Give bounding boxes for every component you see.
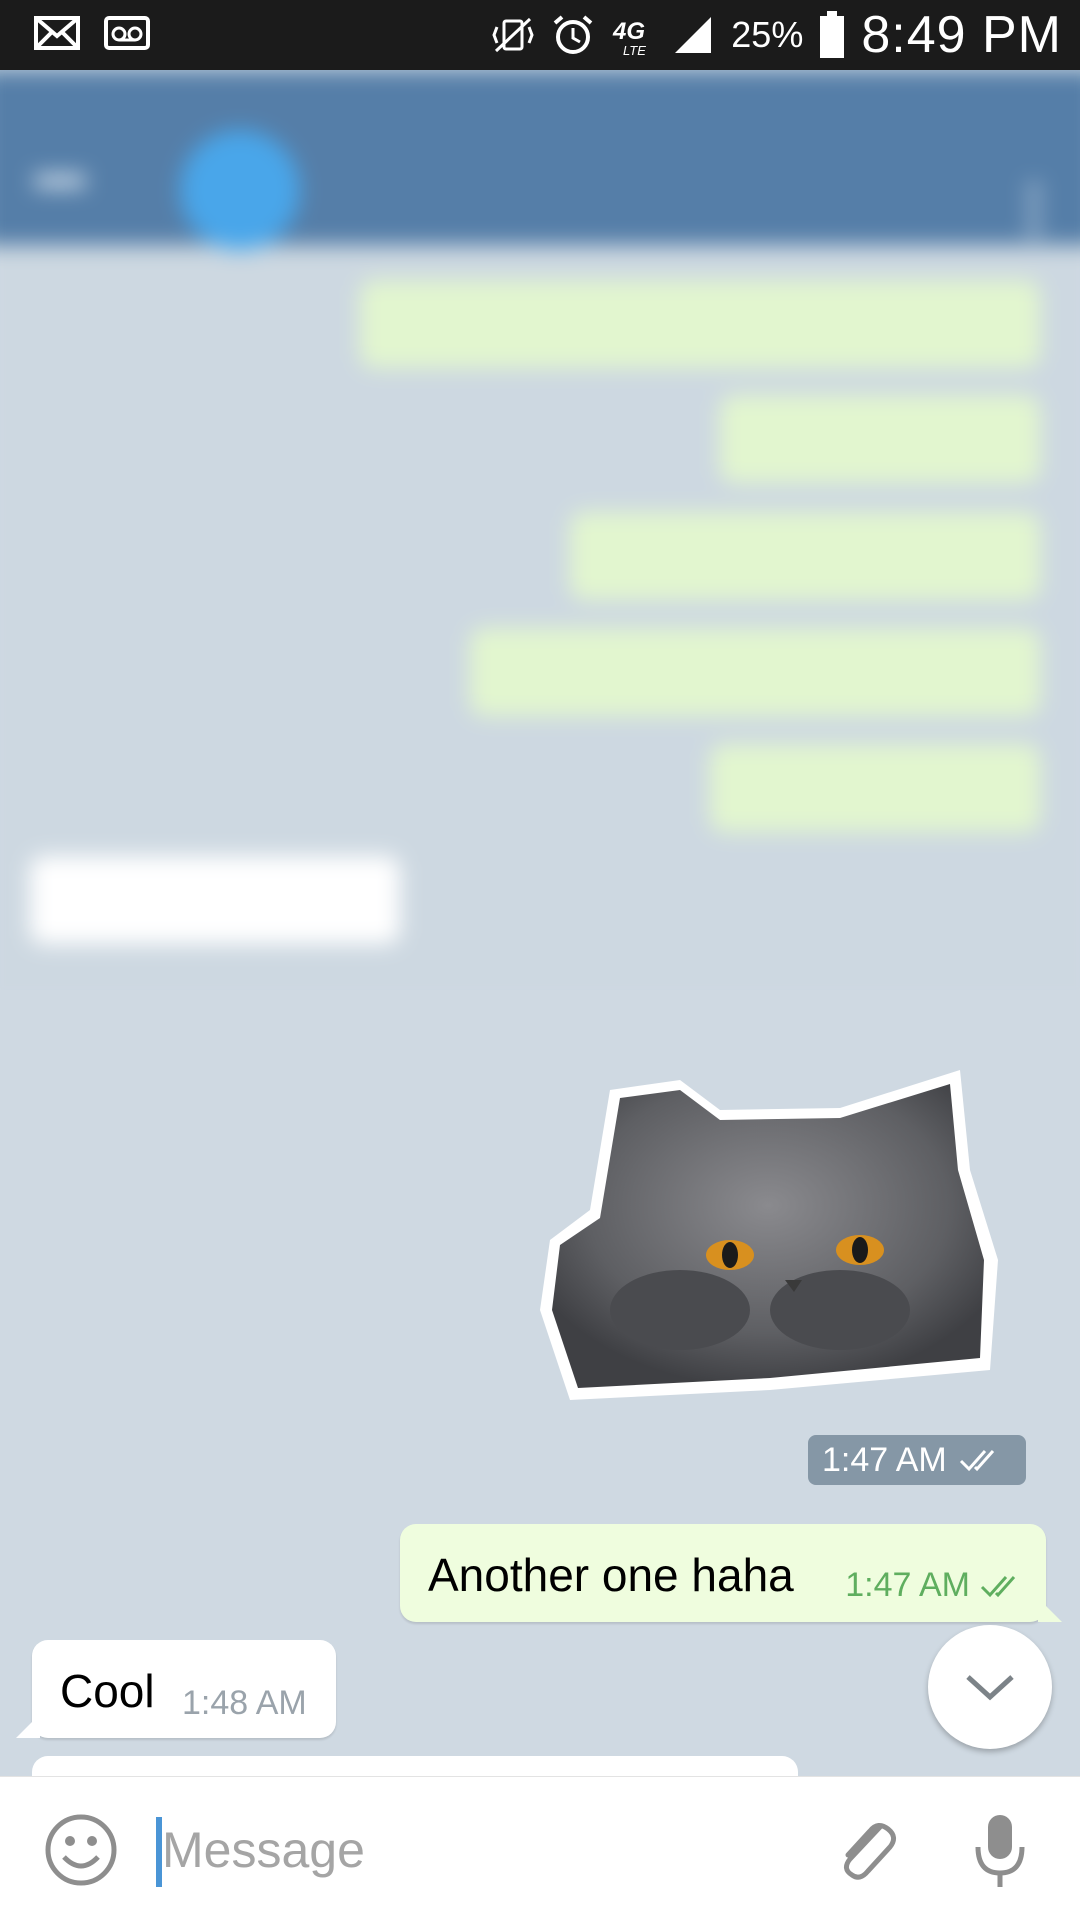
blurred-message (570, 512, 1040, 600)
signal-icon (675, 17, 712, 53)
message-input-bar (0, 1776, 1080, 1920)
emoji-icon[interactable] (44, 1813, 118, 1887)
message-meta: 1:47 AM (845, 1566, 1024, 1605)
blurred-message (710, 744, 1040, 832)
mail-icon (34, 16, 80, 50)
blurred-message (720, 395, 1040, 483)
sticker-time: 1:47 AM (822, 1440, 947, 1479)
double-check-icon (959, 1450, 994, 1472)
voicemail-icon (104, 16, 150, 50)
status-icons: 4G LTE 25% 8:49 PM (491, 0, 1062, 70)
svg-text:4G: 4G (612, 18, 645, 45)
double-check-icon (980, 1575, 1016, 1597)
mic-icon[interactable] (972, 1811, 1028, 1891)
battery-percent: 25% (731, 14, 804, 55)
attach-icon[interactable] (830, 1813, 900, 1887)
blurred-message (360, 280, 1040, 368)
blurred-message (30, 856, 400, 944)
chevron-down-icon (966, 1675, 1014, 1701)
battery-icon (820, 11, 845, 58)
alarm-icon (553, 15, 593, 54)
blurred-message (470, 628, 1040, 716)
vibrate-icon (492, 17, 534, 53)
message-input[interactable] (162, 1807, 782, 1893)
message-bubble-outgoing[interactable]: Another one haha 1:47 AM (400, 1524, 1062, 1622)
avatar (180, 130, 300, 250)
more-menu-icon (1028, 180, 1040, 240)
scroll-down-button[interactable] (928, 1625, 1052, 1749)
status-bar: 4G LTE 25% 8:49 PM (0, 0, 1080, 70)
back-arrow-icon (35, 175, 85, 187)
network-4g-icon: 4G LTE (612, 18, 646, 57)
cat-sticker[interactable] (540, 1070, 1000, 1400)
message-time: 1:48 AM (182, 1684, 307, 1722)
message-time: 1:47 AM (845, 1566, 970, 1604)
blur-layer (0, 70, 1080, 990)
status-time: 8:49 PM (861, 6, 1062, 64)
svg-text:LTE: LTE (623, 43, 646, 57)
message-text: Cool (60, 1665, 155, 1717)
sticker-timestamp: 1:47 AM (808, 1435, 1026, 1485)
bubble-tail (1038, 1598, 1062, 1622)
chat-header (0, 70, 1080, 250)
bubble-tail (16, 1714, 40, 1738)
message-text: Another one haha (428, 1549, 794, 1601)
blurred-history (0, 70, 1080, 990)
message-bubble-incoming[interactable]: Cool 1:48 AM (16, 1640, 336, 1738)
